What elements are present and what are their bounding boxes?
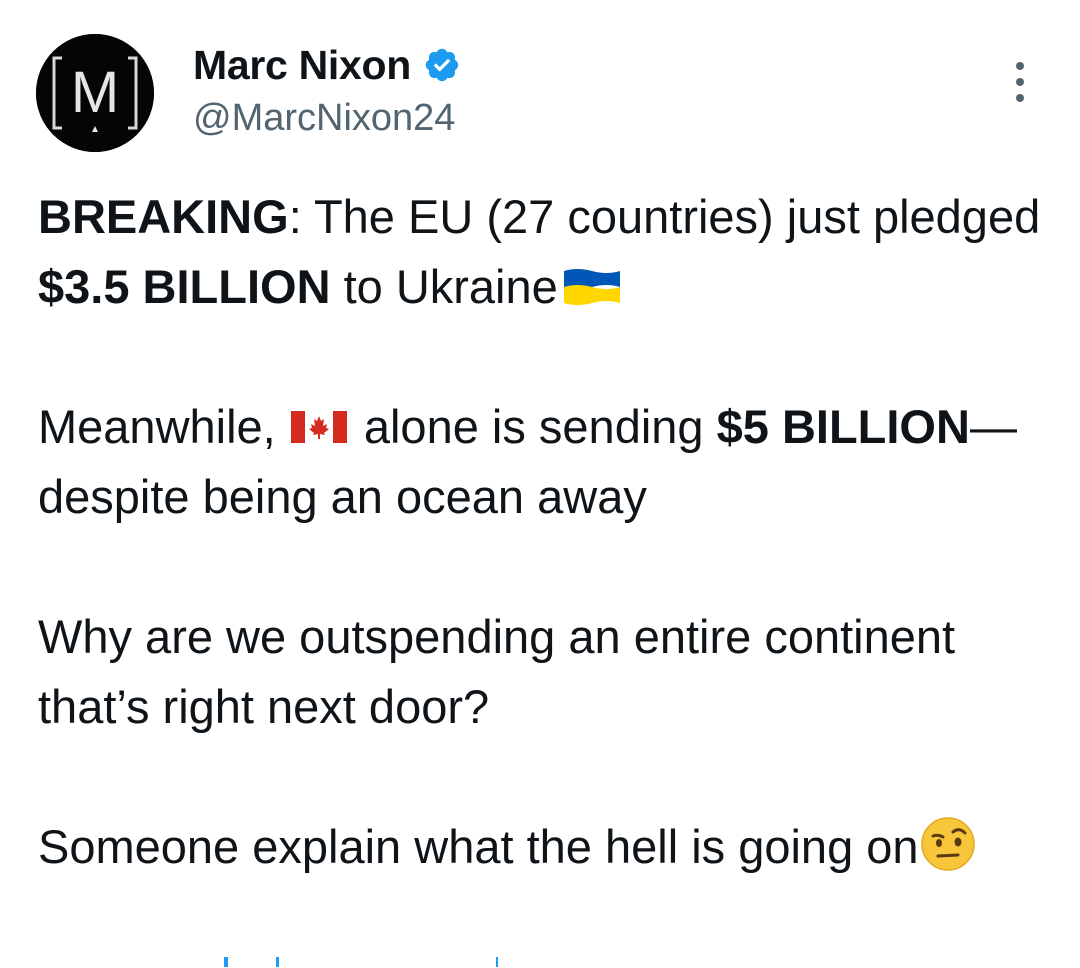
more-options-icon[interactable] xyxy=(1006,62,1034,102)
text-span: alone is sending xyxy=(350,400,717,453)
tweet-paragraph-1: BREAKING: The EU (27 countries) just ple… xyxy=(38,182,1048,322)
user-handle[interactable]: @MarcNixon24 xyxy=(193,94,455,142)
ukraine-flag-icon xyxy=(562,267,622,307)
verified-badge-icon xyxy=(423,46,461,84)
text-span: : The EU (27 countries) just pledged xyxy=(288,190,1041,243)
tweet: M Marc Nixon @MarcNixon24 BREAKING: The … xyxy=(0,0,1080,968)
dot xyxy=(1016,62,1024,70)
amount-canada: $5 BILLION xyxy=(716,400,970,453)
canada-flag-icon xyxy=(289,407,349,447)
tweet-text: BREAKING: The EU (27 countries) just ple… xyxy=(38,182,1048,882)
text-span: Meanwhile, xyxy=(38,400,289,453)
raised-eyebrow-emoji xyxy=(919,815,977,873)
display-name[interactable]: Marc Nixon xyxy=(193,40,411,90)
svg-text:M: M xyxy=(71,60,119,125)
dot xyxy=(1016,78,1024,86)
text-span: to Ukraine xyxy=(330,260,558,313)
tweet-paragraph-4: Someone explain what the hell is going o… xyxy=(38,812,1048,882)
tweet-paragraph-3: Why are we outspending an entire contine… xyxy=(38,610,956,733)
tweet-paragraph-2: Meanwhile, alone is sending $5 BILLION—d… xyxy=(38,392,1048,532)
avatar[interactable]: M xyxy=(36,34,154,152)
dot xyxy=(1016,94,1024,102)
truncated-text-edge xyxy=(38,956,498,968)
text-span: Someone explain what the hell is going o… xyxy=(38,820,919,873)
name-row: Marc Nixon xyxy=(193,40,461,90)
avatar-logo-icon: M xyxy=(36,34,154,152)
breaking-label: BREAKING xyxy=(38,190,289,243)
amount-eu: $3.5 BILLION xyxy=(38,260,331,313)
